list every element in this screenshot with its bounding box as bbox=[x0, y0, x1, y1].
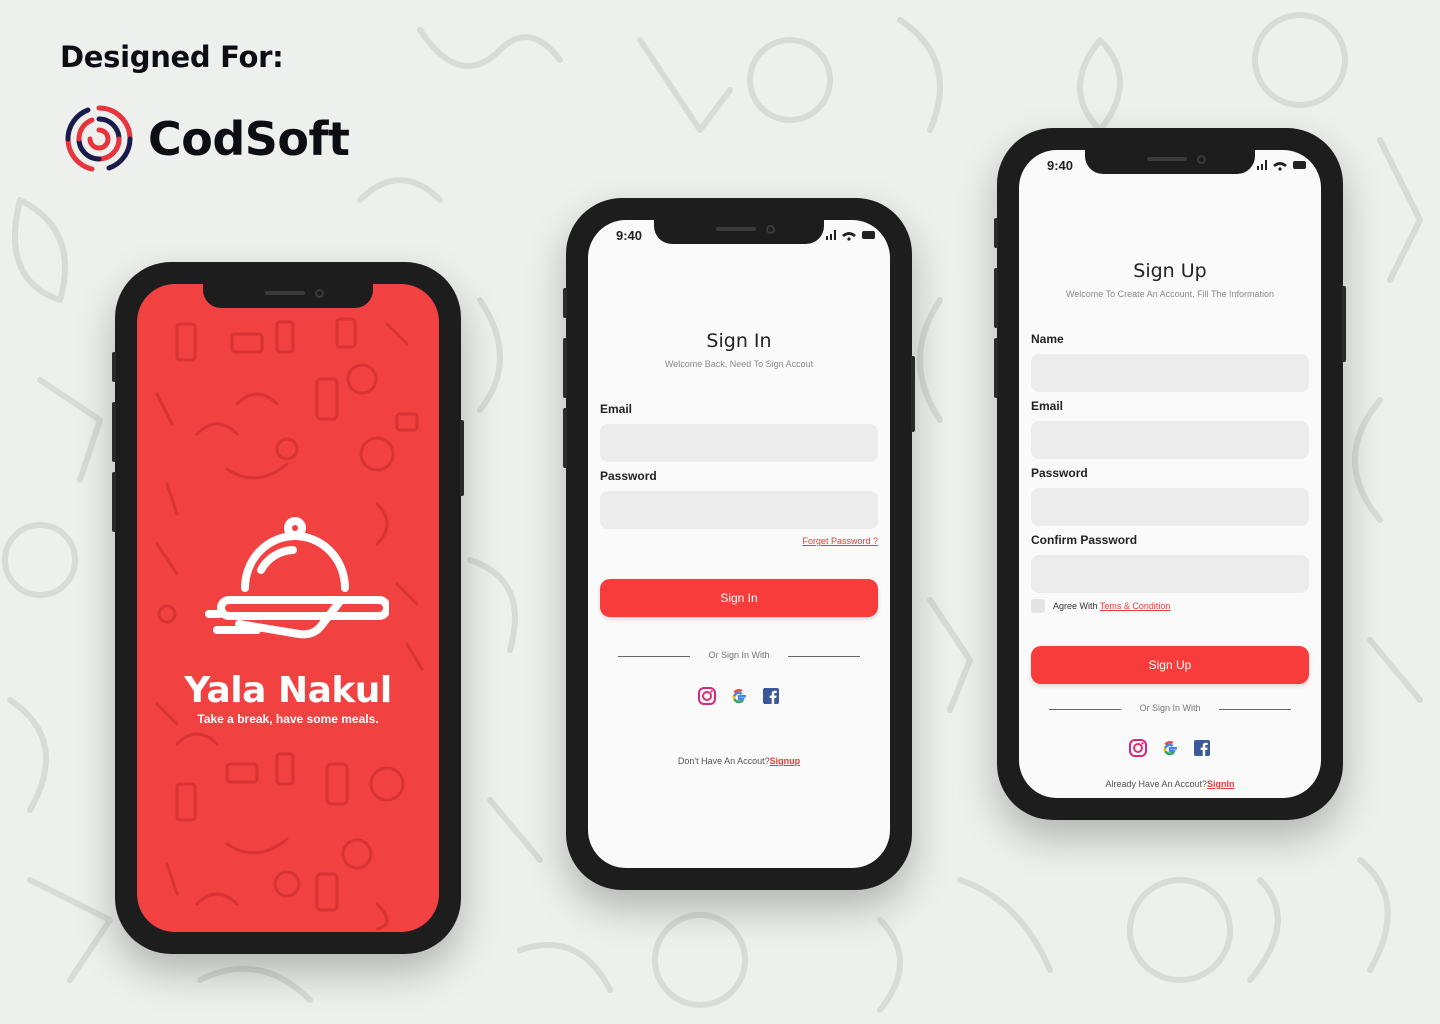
email-field[interactable] bbox=[1031, 421, 1309, 459]
signup-title: Sign Up bbox=[1133, 260, 1207, 282]
password-label: Password bbox=[600, 469, 657, 483]
instagram-icon[interactable] bbox=[697, 686, 717, 706]
forgot-password-link[interactable]: Forget Password ? bbox=[802, 536, 878, 546]
confirm-password-label: Confirm Password bbox=[1031, 533, 1138, 547]
side-button bbox=[994, 268, 998, 328]
no-account-text: Don't Have An Accout? bbox=[677, 756, 770, 766]
divider-text: Or Sign In With bbox=[708, 650, 770, 660]
signin-screen: 9:40 Sign In Welcome Back, Need To Sign … bbox=[588, 220, 890, 868]
social-divider: Or Sign In With bbox=[618, 650, 860, 662]
side-button bbox=[112, 352, 116, 382]
google-icon[interactable] bbox=[729, 686, 749, 706]
sign-in-button[interactable]: Sign In bbox=[600, 579, 878, 617]
sign-up-button[interactable]: Sign Up bbox=[1031, 646, 1309, 684]
codsoft-logo-icon bbox=[65, 105, 133, 172]
status-bar: 9:40 bbox=[1019, 154, 1321, 174]
signup-subtitle: Welcome To Create An Account, Fill The I… bbox=[1065, 289, 1275, 299]
phone-notch bbox=[203, 284, 373, 308]
side-button bbox=[563, 408, 567, 468]
have-account-text: Already Have An Accout? bbox=[1105, 779, 1208, 789]
signup-screen: 9:40 Sign Up Welcome To Create An Accoun… bbox=[1019, 150, 1321, 798]
status-icons bbox=[826, 230, 875, 241]
side-button bbox=[563, 338, 567, 398]
google-icon[interactable] bbox=[1160, 738, 1180, 758]
password-label: Password bbox=[1031, 466, 1088, 480]
side-button bbox=[112, 402, 116, 462]
have-account-prompt: Already Have An Accout?SignIn bbox=[1019, 779, 1321, 789]
status-icons bbox=[1257, 160, 1306, 171]
social-divider: Or Sign In With bbox=[1049, 703, 1291, 715]
side-button bbox=[563, 288, 567, 318]
signin-subtitle: Welcome Back, Need To Sign Accout bbox=[664, 359, 814, 369]
side-button bbox=[994, 338, 998, 398]
signin-link[interactable]: SignIn bbox=[1207, 779, 1235, 789]
facebook-icon[interactable] bbox=[761, 686, 781, 706]
agree-text: Agree With bbox=[1053, 601, 1098, 611]
email-label: Email bbox=[600, 402, 633, 416]
terms-link[interactable]: Tems & Condition bbox=[1100, 601, 1171, 611]
app-name: Yala Nakul bbox=[184, 670, 392, 711]
splash-screen: Yala Nakul Take a break, have some meals… bbox=[137, 284, 439, 932]
side-button bbox=[911, 356, 915, 432]
codsoft-brand: CodSoft bbox=[64, 104, 350, 174]
email-label: Email bbox=[1031, 399, 1064, 413]
confirm-password-field[interactable] bbox=[1031, 555, 1309, 593]
side-button bbox=[1342, 286, 1346, 362]
name-field[interactable] bbox=[1031, 354, 1309, 392]
name-label: Name bbox=[1031, 332, 1064, 346]
signup-link[interactable]: Signup bbox=[770, 756, 801, 766]
social-login-row bbox=[1019, 738, 1321, 758]
company-name: CodSoft bbox=[148, 112, 350, 166]
status-time: 9:40 bbox=[616, 228, 643, 243]
facebook-icon[interactable] bbox=[1192, 738, 1212, 758]
terms-agreement: Agree With Tems & Condition bbox=[1053, 601, 1170, 611]
signin-title: Sign In bbox=[706, 330, 772, 352]
email-field[interactable] bbox=[600, 424, 878, 462]
status-bar: 9:40 bbox=[588, 224, 890, 244]
password-field[interactable] bbox=[1031, 488, 1309, 526]
designed-for-heading: Designed For: bbox=[60, 40, 284, 74]
divider-text: Or Sign In With bbox=[1139, 703, 1201, 713]
phone-signin: 9:40 Sign In Welcome Back, Need To Sign … bbox=[563, 198, 915, 890]
phone-signup: 9:40 Sign Up Welcome To Create An Accoun… bbox=[994, 128, 1346, 820]
app-tagline: Take a break, have some meals. bbox=[197, 712, 379, 726]
side-button bbox=[112, 472, 116, 532]
side-button bbox=[994, 218, 998, 248]
no-account-prompt: Don't Have An Accout?Signup bbox=[588, 756, 890, 766]
food-cloche-logo-icon bbox=[205, 517, 389, 639]
phone-splash: Yala Nakul Take a break, have some meals… bbox=[112, 262, 464, 954]
instagram-icon[interactable] bbox=[1128, 738, 1148, 758]
social-login-row bbox=[588, 686, 890, 706]
password-field[interactable] bbox=[600, 491, 878, 529]
status-time: 9:40 bbox=[1047, 158, 1074, 173]
terms-checkbox[interactable] bbox=[1031, 599, 1045, 613]
side-button bbox=[460, 420, 464, 496]
